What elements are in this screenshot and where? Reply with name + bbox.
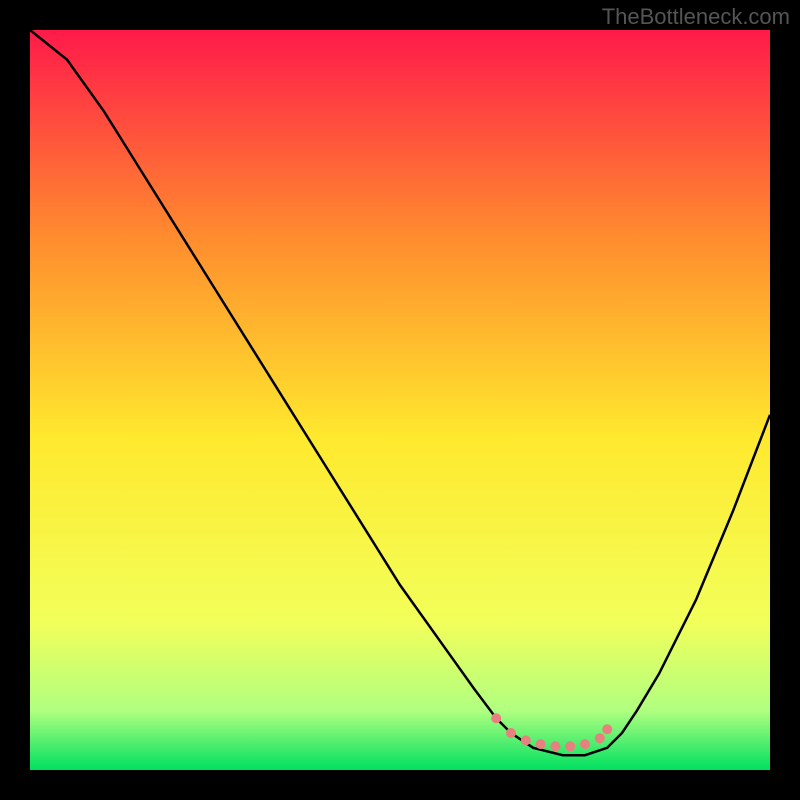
optimal-dot — [580, 739, 590, 749]
optimal-dot — [536, 739, 546, 749]
optimal-dot — [595, 733, 605, 743]
optimal-dot — [550, 741, 560, 751]
bottleneck-chart — [30, 30, 770, 770]
optimal-dot — [602, 724, 612, 734]
optimal-dot — [491, 713, 501, 723]
optimal-dot — [506, 728, 516, 738]
attribution-text: TheBottleneck.com — [602, 4, 790, 30]
gradient-background — [30, 30, 770, 770]
optimal-dot — [521, 735, 531, 745]
optimal-dot — [565, 741, 575, 751]
